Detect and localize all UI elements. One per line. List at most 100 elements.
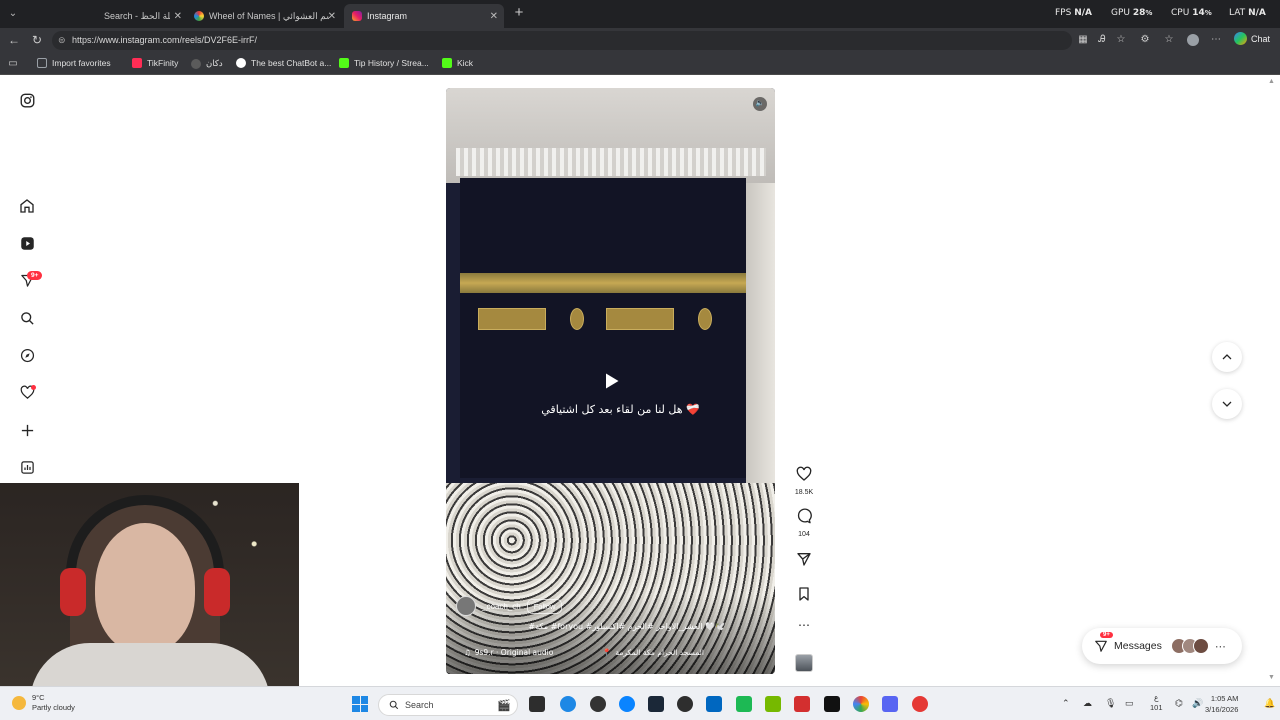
folder-icon [37,58,47,68]
chevron-up-icon [1222,354,1232,360]
bookmark-import-favorites[interactable]: Import favorites [37,58,111,68]
task-view-icon[interactable] [529,696,545,712]
comment-icon[interactable] [796,508,812,524]
windows-taskbar: 9°C Partly cloudy Search 🎬 ⌃ ☁ 🎙 ▭ ع 101… [0,686,1280,720]
chrome-icon[interactable] [853,696,869,712]
author-username[interactable]: _coach_ch [482,602,521,611]
url-input[interactable]: ⊜ https://www.instagram.com/reels/DV2F6E… [52,31,1072,50]
tab-list-icon[interactable]: ⌄ [4,5,22,23]
bookmark-icon[interactable] [796,586,812,602]
volume-icon[interactable]: 🔈 [753,97,767,111]
onedrive-icon[interactable]: ☁ [1083,698,1092,709]
reel-location[interactable]: 📍 المسجد الحرام مكة المكرمة [602,648,704,657]
avatar [1192,638,1209,654]
more-options-icon[interactable]: ⋯ [794,619,814,631]
search-icon[interactable] [18,309,36,327]
reel-audio[interactable]: ♫ 9s9.r · Original audio [464,648,553,657]
steam-icon[interactable] [648,696,664,712]
instagram-icon [352,11,362,21]
fps-readout: FPS N/A [1055,8,1092,18]
app-green-icon[interactable] [736,696,752,712]
language-indicator[interactable]: ع 101 [1150,693,1163,713]
like-count: 18.5K [794,489,814,496]
kick-icon [442,58,452,68]
clock[interactable]: 1:05 AM 3/16/2026 [1205,693,1238,715]
video-scene-lamp [698,308,712,330]
close-icon[interactable]: ✕ [174,11,182,22]
browser-icon[interactable] [619,696,635,712]
lat-readout: LAT N/A [1229,8,1266,18]
reels-icon[interactable] [18,234,36,252]
search-highlight-icon: 🎬 [497,699,511,712]
bookmarks-bar: ▭ Import favorites TikFinity دكان The be… [0,53,1280,75]
display-icon[interactable]: ▭ [1125,698,1134,709]
reader-icon[interactable]: Ꭿ [1096,34,1108,46]
scroll-down-icon[interactable]: ▼ [1268,674,1275,681]
audio-thumbnail[interactable] [795,654,813,672]
weather-widget[interactable]: 9°C Partly cloudy [12,693,75,713]
discord-icon[interactable] [882,696,898,712]
obs-icon[interactable] [590,696,606,712]
new-tab-icon[interactable]: + [511,4,527,21]
temperature: 9°C [32,693,45,702]
favorites-icon[interactable]: ☆ [1163,34,1175,46]
home-icon[interactable] [18,197,36,215]
heart-icon[interactable] [796,466,812,482]
app-icon[interactable] [677,696,693,712]
bookmark-dukan[interactable]: دكان [191,58,223,69]
app-record-icon[interactable] [912,696,928,712]
follow-button[interactable]: Follow [526,598,563,614]
volume-icon[interactable]: 🔊 [1192,698,1203,709]
notification-bell-icon[interactable]: 🔔 [1264,698,1275,709]
tab-instagram[interactable]: Instagram ✕ [344,4,504,28]
favorite-star-icon[interactable]: ☆ [1115,34,1127,46]
extensions-icon[interactable]: ⚙ [1139,34,1151,46]
app-red-icon[interactable] [794,696,810,712]
bookmark-chatbot[interactable]: The best ChatBot a... [236,58,331,68]
microphone-icon[interactable]: 🎙 [1105,698,1116,709]
webcam-overlay [0,483,299,686]
start-button[interactable] [352,696,368,712]
profile-avatar[interactable] [1187,34,1199,46]
like-action[interactable]: 18.5K [794,466,814,496]
close-icon[interactable]: ✕ [490,11,498,22]
explore-icon[interactable] [18,346,36,364]
messages-label: Messages [1114,640,1162,652]
create-icon[interactable] [18,421,36,439]
comment-action[interactable]: 104 [794,508,814,538]
dashboard-icon[interactable] [18,458,36,476]
share-action[interactable] [794,551,814,572]
reload-icon[interactable]: ↻ [29,32,45,48]
site-info-icon[interactable]: ⊜ [58,31,66,50]
messages-button[interactable]: 9+ Messages ⋯ [1082,628,1242,664]
store-icon[interactable] [706,696,722,712]
weather-icon [12,696,26,710]
edge-icon[interactable] [560,696,576,712]
taskbar-search[interactable]: Search 🎬 [378,694,518,716]
close-icon[interactable]: ✕ [328,11,336,22]
scroll-up-icon[interactable]: ▲ [1268,78,1275,85]
reading-list-icon[interactable]: ▭ [7,58,19,70]
bookmark-kick[interactable]: Kick [442,58,473,68]
show-hidden-icons[interactable]: ⌃ [1062,698,1070,709]
previous-reel-button[interactable] [1212,342,1242,372]
share-icon[interactable] [796,551,812,567]
reel-description[interactable]: #مكة #foryou #العشر_الاواخر #الحرم #اكسب… [446,622,775,631]
next-reel-button[interactable] [1212,389,1242,419]
author-avatar[interactable] [456,596,476,616]
reel-video[interactable]: 🔈 هل لنا من لقاء بعد كل اشتياقي ❤️‍🩹 _co… [446,88,775,674]
more-menu-icon[interactable]: ⋯ [1210,34,1222,46]
play-icon[interactable] [601,371,621,391]
app-icon[interactable]: ▦ [1077,34,1089,46]
bookmark-tikfinity[interactable]: TikFinity [132,58,178,68]
save-action[interactable] [794,586,814,607]
bookmark-tip-history[interactable]: Tip History / Strea... [339,58,429,68]
back-icon[interactable]: ← [6,32,22,48]
network-icon[interactable]: ⌬ [1175,698,1183,709]
nvidia-icon[interactable] [765,696,781,712]
copilot-chat-button[interactable]: Chat [1234,32,1270,45]
instagram-logo-icon[interactable] [18,91,36,109]
tiktok-icon[interactable] [824,696,840,712]
tab-wheel-of-names[interactable]: Wheel of Names | الاسم العشوائي ✕ [186,4,342,28]
tab-search[interactable]: Search - عجلة الحظ ✕ [96,4,188,28]
